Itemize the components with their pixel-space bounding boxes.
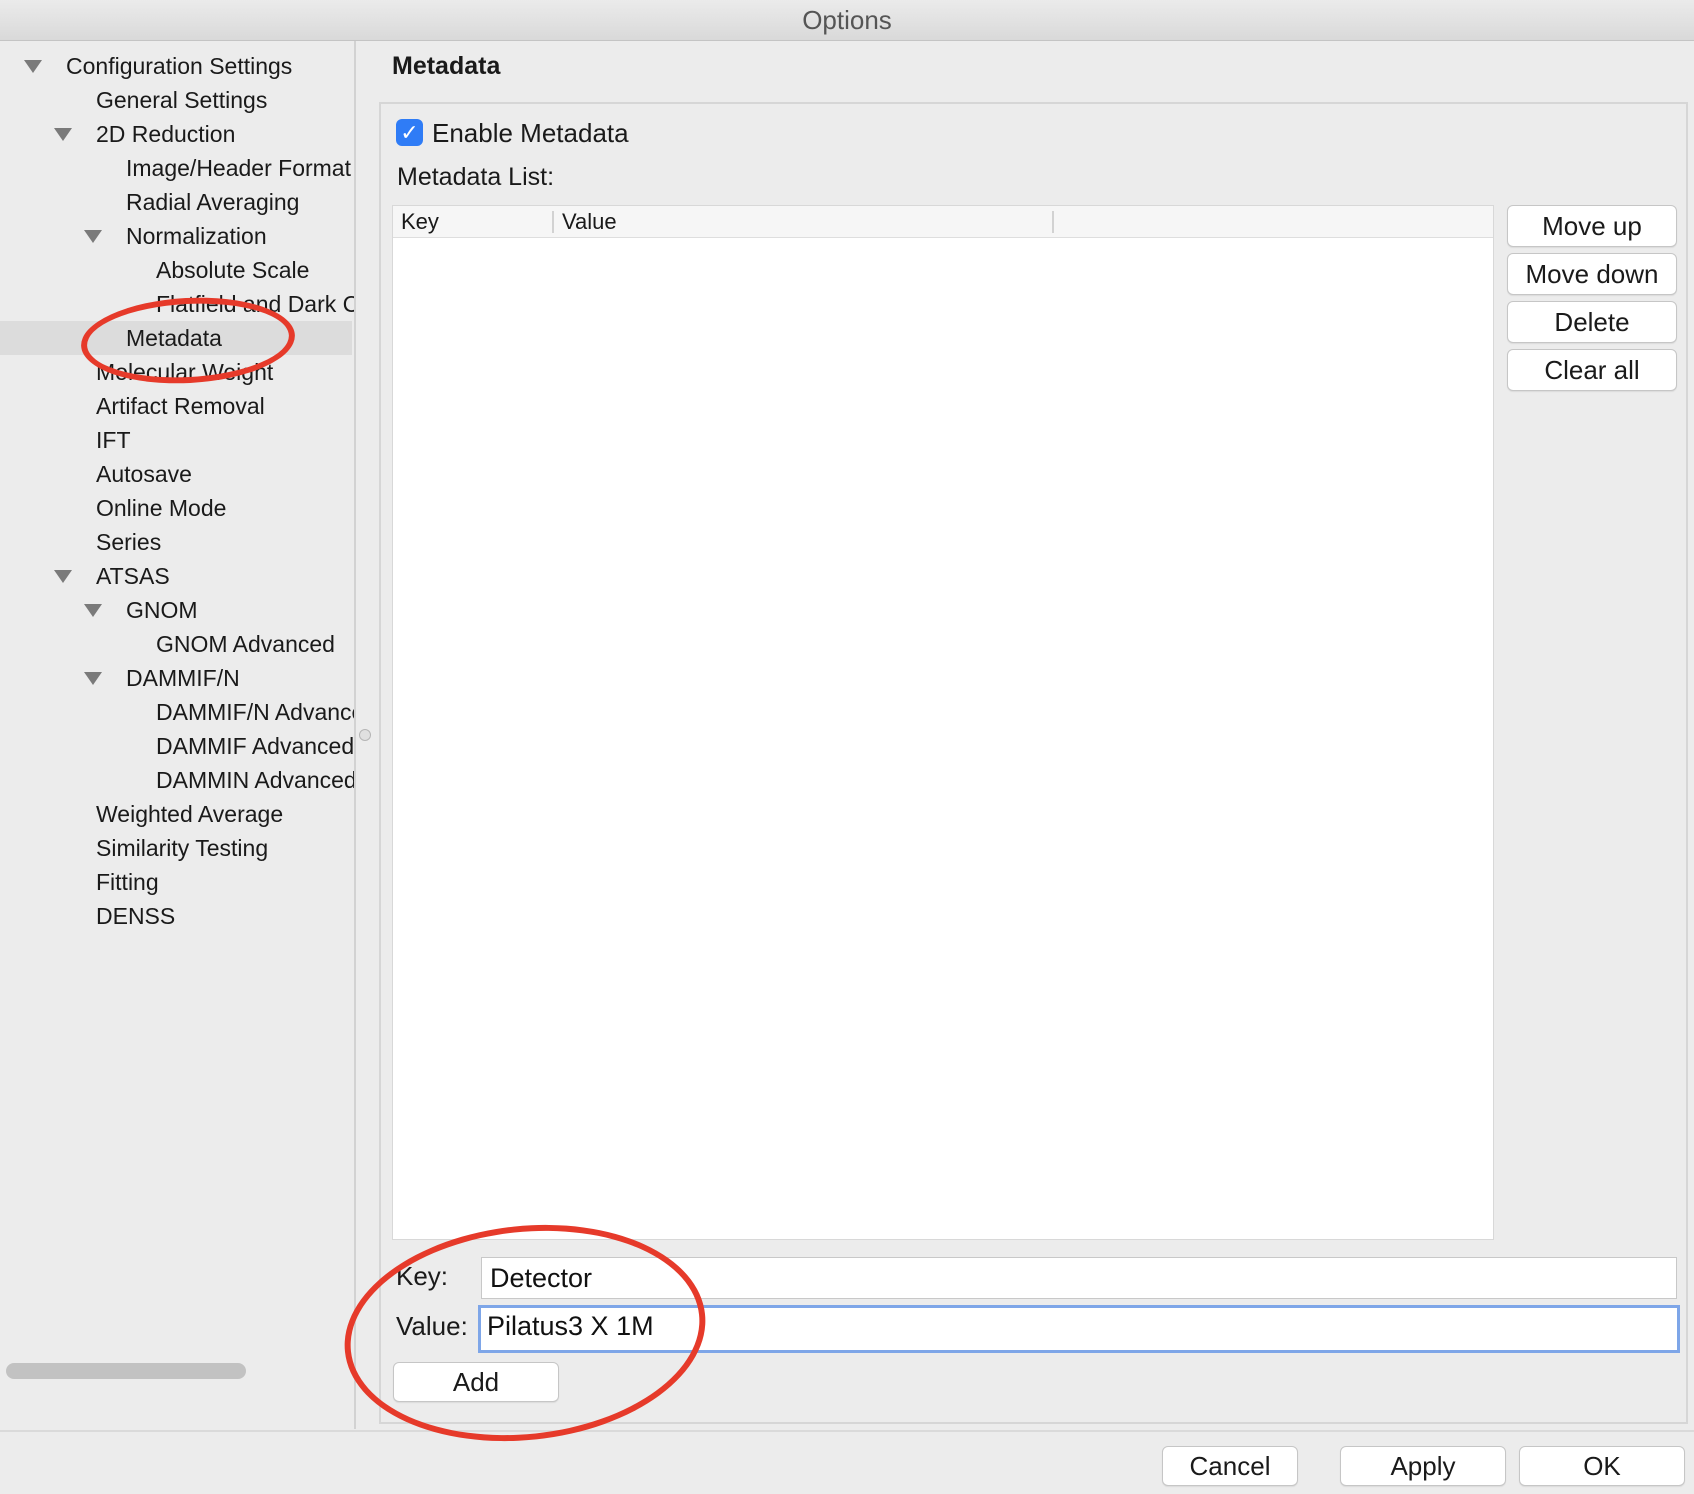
cancel-button[interactable]: Cancel xyxy=(1162,1446,1298,1486)
tree-item-label: Weighted Average xyxy=(96,801,284,827)
enable-metadata-checkbox[interactable]: ✓ xyxy=(396,119,423,146)
tree-item-autosave[interactable]: Autosave xyxy=(0,457,354,491)
metadata-list[interactable]: Key Value xyxy=(392,205,1494,1240)
add-button[interactable]: Add xyxy=(393,1362,559,1402)
value-input[interactable]: Pilatus3 X 1M xyxy=(478,1305,1680,1353)
tree-item-label: Series xyxy=(96,529,162,555)
tree-item-label: ATSAS xyxy=(96,563,170,589)
tree-item-dammif-n-advanced[interactable]: DAMMIF/N Advanced xyxy=(0,695,354,729)
tree-item-label: DAMMIN Advanced xyxy=(156,767,354,793)
tree-item-dammin-advanced[interactable]: DAMMIN Advanced xyxy=(0,763,354,797)
tree-item-atsas[interactable]: ATSAS xyxy=(0,559,354,593)
expand-triangle-icon[interactable] xyxy=(84,230,102,243)
expand-triangle-icon[interactable] xyxy=(54,570,72,583)
tree-item-ift[interactable]: IFT xyxy=(0,423,354,457)
clear-all-button[interactable]: Clear all xyxy=(1507,349,1677,391)
tree-item-series[interactable]: Series xyxy=(0,525,354,559)
tree-horizontal-scrollbar[interactable] xyxy=(6,1363,246,1379)
tree-item-general-settings[interactable]: General Settings xyxy=(0,83,354,117)
move-up-button[interactable]: Move up xyxy=(1507,205,1677,247)
tree-item-metadata[interactable]: Metadata xyxy=(0,321,352,355)
window-title: Options xyxy=(0,0,1694,41)
tree-item-label: DENSS xyxy=(96,903,176,929)
tree-item-label: GNOM Advanced xyxy=(156,631,335,657)
tree-item-molecular-weight[interactable]: Molecular Weight xyxy=(0,355,354,389)
tree-item-label: Image/Header Format xyxy=(126,155,351,181)
enable-metadata-label[interactable]: Enable Metadata xyxy=(432,118,629,149)
page-title: Metadata xyxy=(392,52,501,80)
column-divider[interactable] xyxy=(1052,211,1054,233)
tree-item-2d-reduction[interactable]: 2D Reduction xyxy=(0,117,354,151)
tree-item-image-header-format[interactable]: Image/Header Format xyxy=(0,151,354,185)
tree-item-configuration-settings[interactable]: Configuration Settings xyxy=(0,49,354,83)
tree-item-label: DAMMIF Advanced xyxy=(156,733,354,759)
apply-button[interactable]: Apply xyxy=(1340,1446,1506,1486)
tree-item-label: GNOM xyxy=(126,597,198,623)
tree-item-label: IFT xyxy=(96,427,131,453)
tree-item-radial-averaging[interactable]: Radial Averaging xyxy=(0,185,354,219)
column-header-key[interactable]: Key xyxy=(393,206,551,237)
list-header: Key Value xyxy=(393,206,1493,238)
tree-item-label: Flatfield and Dark Correction xyxy=(156,291,354,317)
settings-tree[interactable]: Configuration Settings General Settings … xyxy=(0,41,356,1429)
tree-item-label: Online Mode xyxy=(96,495,227,521)
footer-divider xyxy=(0,1430,1694,1432)
move-down-button[interactable]: Move down xyxy=(1507,253,1677,295)
tree-item-absolute-scale[interactable]: Absolute Scale xyxy=(0,253,354,287)
tree-item-label: Metadata xyxy=(126,325,222,351)
expand-triangle-icon[interactable] xyxy=(54,128,72,141)
tree-item-label: Configuration Settings xyxy=(66,53,293,79)
expand-triangle-icon[interactable] xyxy=(84,604,102,617)
metadata-list-label: Metadata List: xyxy=(397,163,555,191)
tree-item-similarity-testing[interactable]: Similarity Testing xyxy=(0,831,354,865)
tree-item-label: Molecular Weight xyxy=(96,359,274,385)
ok-button[interactable]: OK xyxy=(1519,1446,1685,1486)
tree-item-artifact-removal[interactable]: Artifact Removal xyxy=(0,389,354,423)
tree-item-label: Artifact Removal xyxy=(96,393,265,419)
tree-item-label: Fitting xyxy=(96,869,159,895)
column-header-value[interactable]: Value xyxy=(554,206,1042,237)
tree-item-label: Absolute Scale xyxy=(156,257,310,283)
tree-item-label: 2D Reduction xyxy=(96,121,236,147)
expand-triangle-icon[interactable] xyxy=(84,672,102,685)
tree-item-label: General Settings xyxy=(96,87,268,113)
tree-item-normalization[interactable]: Normalization xyxy=(0,219,354,253)
tree-item-label: Radial Averaging xyxy=(126,189,300,215)
tree-item-label: Normalization xyxy=(126,223,267,249)
tree-item-dammif-advanced[interactable]: DAMMIF Advanced xyxy=(0,729,354,763)
splitter-handle[interactable] xyxy=(359,729,371,741)
tree-item-label: Similarity Testing xyxy=(96,835,269,861)
tree-item-denss[interactable]: DENSS xyxy=(0,899,354,933)
tree-item-flatfield-dark[interactable]: Flatfield and Dark Correction xyxy=(0,287,354,321)
tree-item-online-mode[interactable]: Online Mode xyxy=(0,491,354,525)
tree-item-gnom-advanced[interactable]: GNOM Advanced xyxy=(0,627,354,661)
tree-item-label: DAMMIF/N Advanced xyxy=(156,699,354,725)
tree-item-label: DAMMIF/N xyxy=(126,665,240,691)
key-input[interactable]: Detector xyxy=(481,1257,1677,1299)
key-label: Key: xyxy=(396,1261,449,1291)
tree-item-gnom[interactable]: GNOM xyxy=(0,593,354,627)
tree-item-dammif-n[interactable]: DAMMIF/N xyxy=(0,661,354,695)
value-label: Value: xyxy=(396,1311,468,1341)
tree-item-label: Autosave xyxy=(96,461,192,487)
expand-triangle-icon[interactable] xyxy=(24,60,42,73)
tree-item-weighted-average[interactable]: Weighted Average xyxy=(0,797,354,831)
delete-button[interactable]: Delete xyxy=(1507,301,1677,343)
tree-item-fitting[interactable]: Fitting xyxy=(0,865,354,899)
